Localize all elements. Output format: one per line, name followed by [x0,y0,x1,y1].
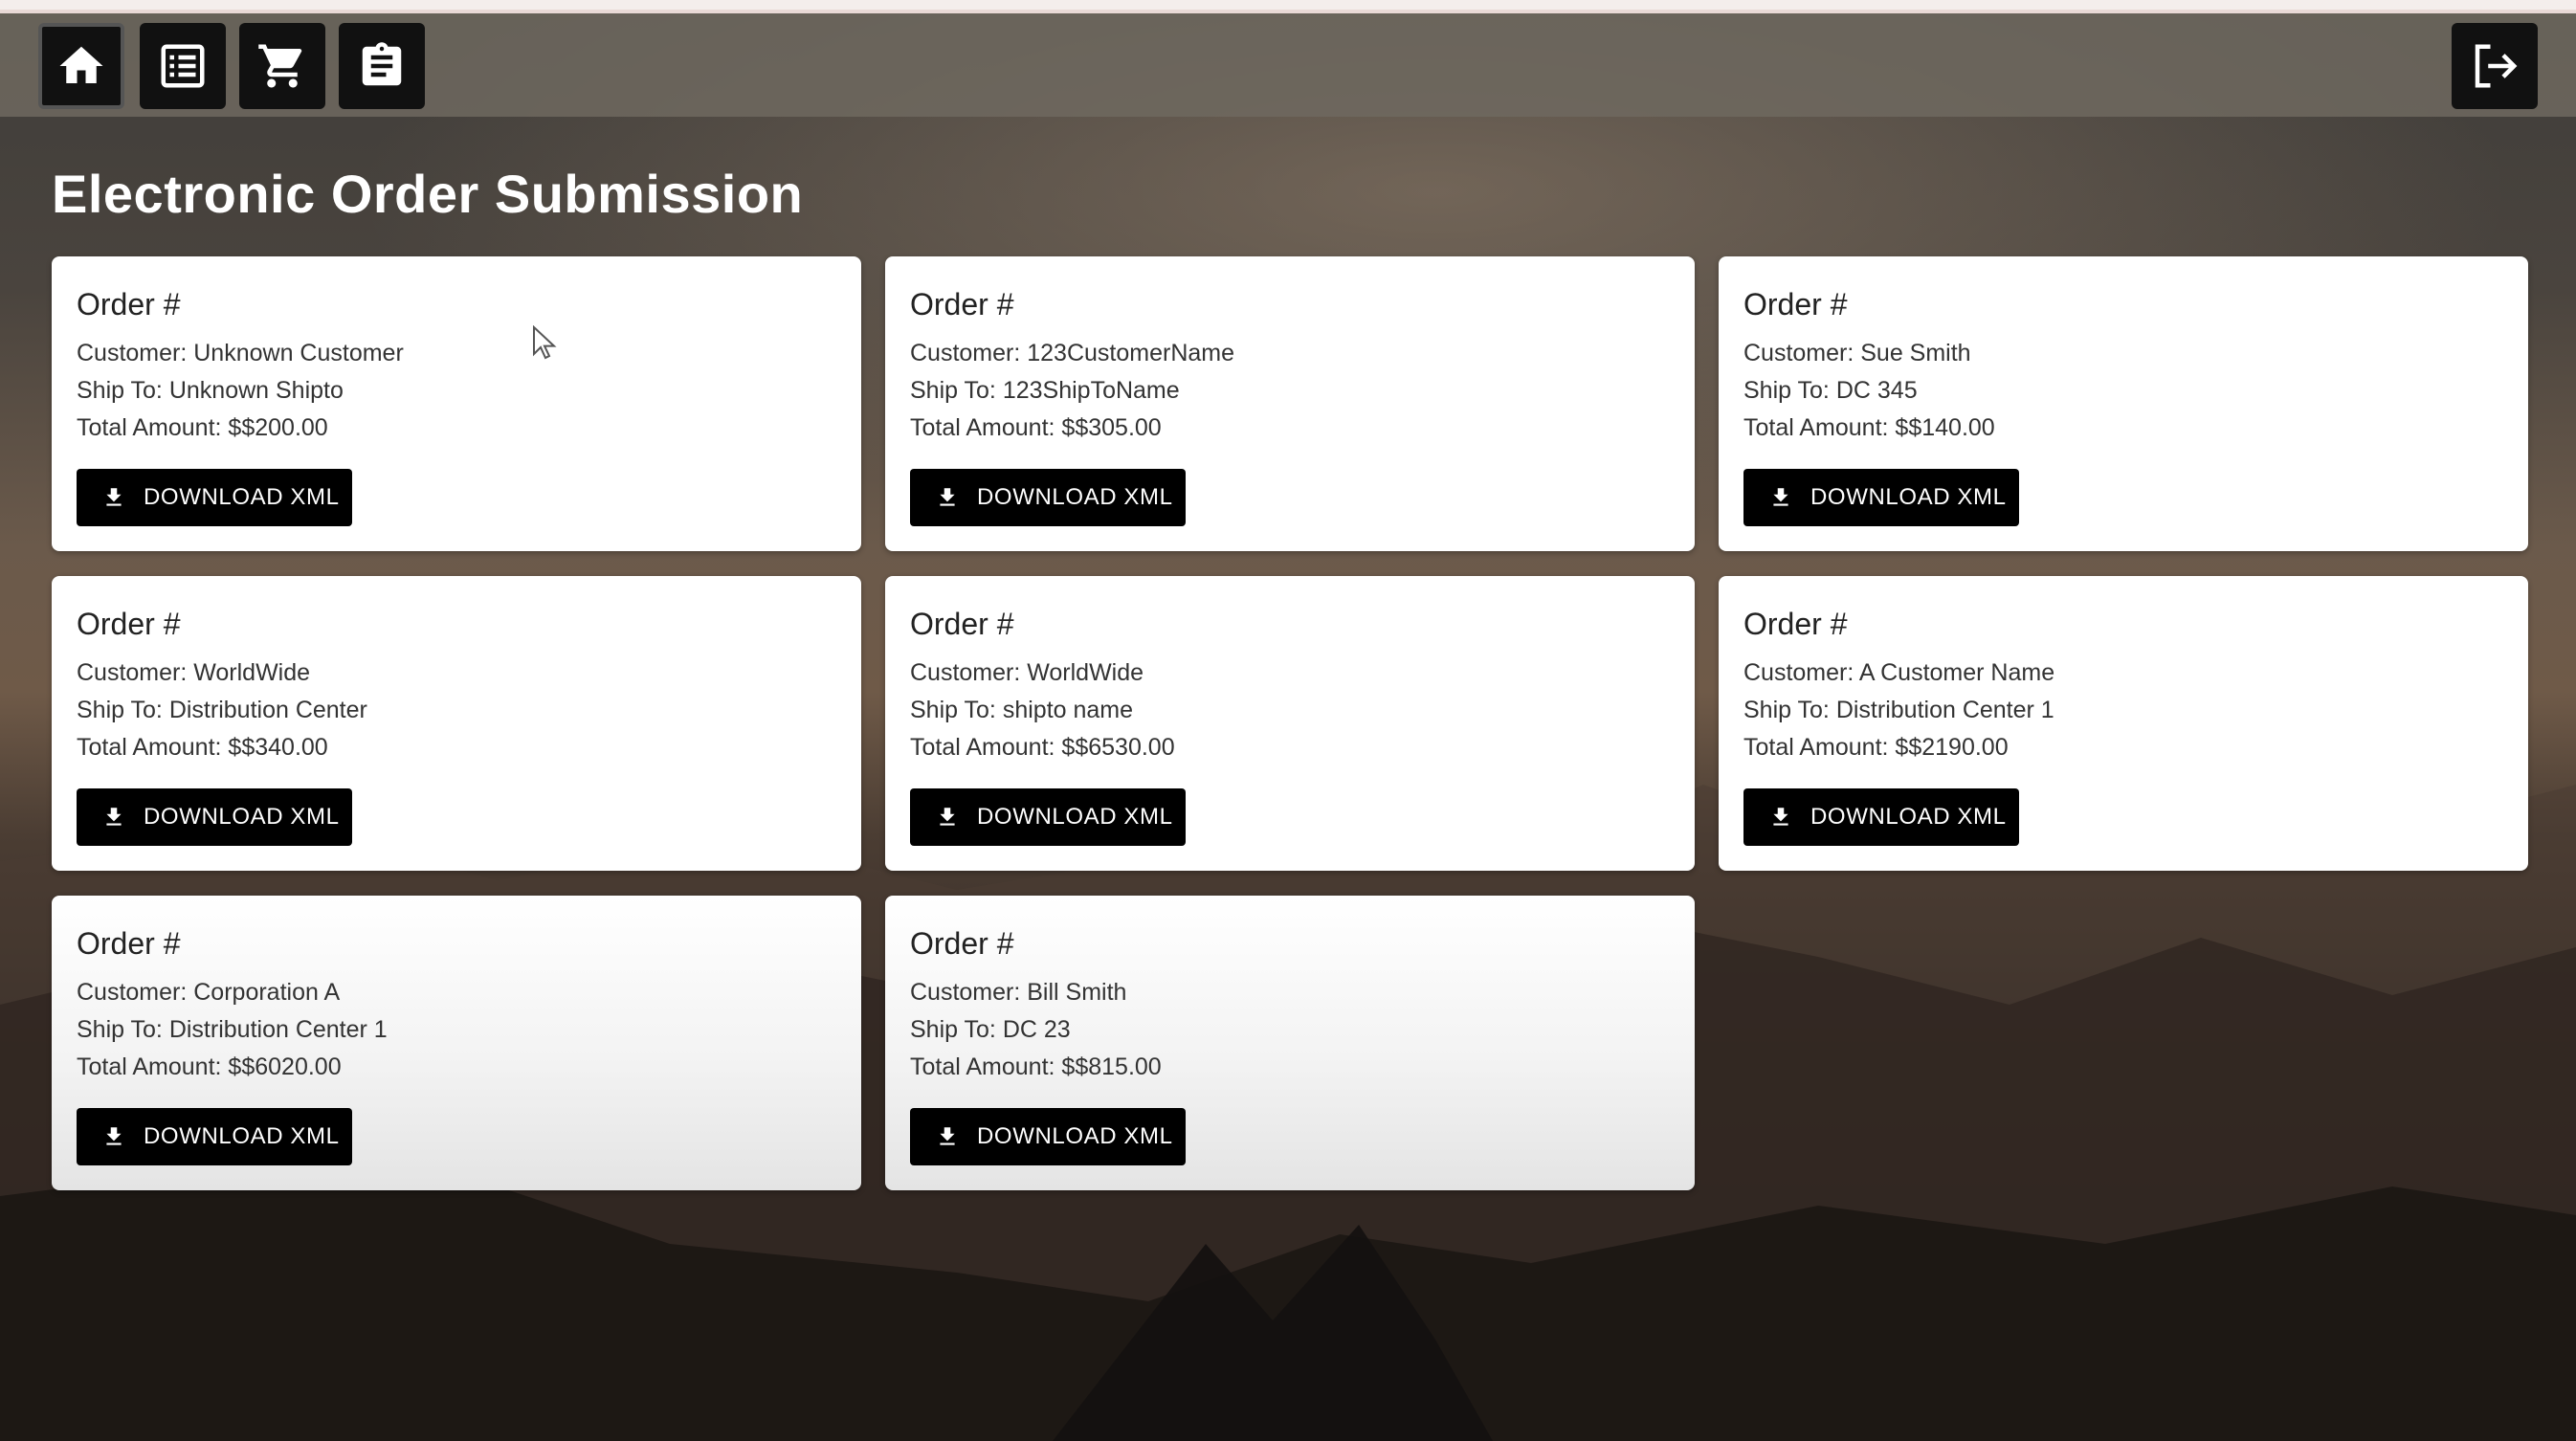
total-amount-text: Total Amount: $$200.00 [77,414,328,441]
cart-icon [258,44,302,88]
ship-to-text: Ship To: DC 23 [910,1016,1071,1043]
total-amount-text: Total Amount: $$2190.00 [1743,734,2009,761]
order-card: Order # Customer: Unknown Customer Ship … [52,256,861,551]
ship-to-text: Ship To: DC 345 [1743,377,1918,404]
download-icon [1773,808,1788,826]
download-xml-label: DOWNLOAD XML [977,804,1173,830]
ship-to-text: Ship To: shipto name [910,697,1134,723]
order-card: Order # Customer: A Customer Name Ship T… [1719,576,2528,871]
order-title: Order # [910,607,1014,641]
order-title: Order # [1743,287,1848,321]
ship-to-text: Ship To: Unknown Shipto [77,377,344,404]
download-xml-button[interactable]: DOWNLOAD XML [1743,469,2019,526]
total-amount-text: Total Amount: $$6020.00 [77,1053,342,1080]
download-xml-label: DOWNLOAD XML [977,1123,1173,1149]
download-icon [940,808,955,826]
logout-icon [2475,44,2518,88]
logout-button[interactable] [2452,23,2538,109]
customer-text: Customer: 123CustomerName [910,340,1235,366]
order-title: Order # [1743,607,1848,641]
browser-top-edge [0,0,2576,13]
customer-text: Customer: Corporation A [77,979,341,1006]
total-amount-text: Total Amount: $$140.00 [1743,414,1995,441]
download-xml-button[interactable]: DOWNLOAD XML [910,1108,1186,1165]
download-xml-button[interactable]: DOWNLOAD XML [1743,788,2019,846]
download-xml-label: DOWNLOAD XML [144,1123,340,1149]
total-amount-text: Total Amount: $$305.00 [910,414,1162,441]
order-card: Order # Customer: Sue Smith Ship To: DC … [1719,256,2528,551]
customer-text: Customer: A Customer Name [1743,659,2055,686]
top-navigation-bar [0,13,2576,117]
total-amount-text: Total Amount: $$6530.00 [910,734,1175,761]
customer-text: Customer: WorldWide [910,659,1144,686]
home-icon [59,46,103,83]
list-icon [161,44,205,88]
order-card: Order # Customer: 123CustomerName Ship T… [885,256,1695,551]
download-xml-label: DOWNLOAD XML [977,484,1173,510]
total-amount-text: Total Amount: $$815.00 [910,1053,1162,1080]
order-card: Order # Customer: WorldWide Ship To: Dis… [52,576,861,871]
order-title: Order # [77,926,181,961]
download-icon [106,808,122,826]
download-icon [940,1127,955,1145]
ship-to-text: Ship To: Distribution Center 1 [77,1016,388,1043]
page-title: Electronic Order Submission [52,164,804,224]
customer-text: Customer: WorldWide [77,659,311,686]
order-title: Order # [77,287,181,321]
ship-to-text: Ship To: Distribution Center 1 [1743,697,2054,723]
ship-to-text: Ship To: Distribution Center [77,697,367,723]
orders-list-button[interactable] [140,23,226,109]
download-xml-button[interactable]: DOWNLOAD XML [77,1108,352,1165]
order-title: Order # [910,287,1014,321]
download-icon [106,1127,122,1145]
customer-text: Customer: Sue Smith [1743,340,1971,366]
mouse-cursor-icon [533,325,557,360]
clipboard-icon [362,42,402,86]
cart-button[interactable] [239,23,325,109]
download-icon [106,488,122,506]
download-xml-label: DOWNLOAD XML [1810,484,2007,510]
ship-to-text: Ship To: 123ShipToName [910,377,1180,404]
order-title: Order # [77,607,181,641]
download-xml-button[interactable]: DOWNLOAD XML [77,788,352,846]
order-card: Order # Customer: Corporation A Ship To:… [52,896,861,1190]
download-xml-label: DOWNLOAD XML [144,804,340,830]
download-xml-label: DOWNLOAD XML [1810,804,2007,830]
home-button[interactable] [38,23,124,109]
total-amount-text: Total Amount: $$340.00 [77,734,328,761]
customer-text: Customer: Bill Smith [910,979,1127,1006]
download-xml-button[interactable]: DOWNLOAD XML [910,469,1186,526]
order-card: Order # Customer: Bill Smith Ship To: DC… [885,896,1695,1190]
download-xml-button[interactable]: DOWNLOAD XML [77,469,352,526]
customer-text: Customer: Unknown Customer [77,340,404,366]
download-icon [940,488,955,506]
download-xml-button[interactable]: DOWNLOAD XML [910,788,1186,846]
order-title: Order # [910,926,1014,961]
order-card: Order # Customer: WorldWide Ship To: shi… [885,576,1695,871]
download-icon [1773,488,1788,506]
download-xml-label: DOWNLOAD XML [144,484,340,510]
clipboard-button[interactable] [339,23,425,109]
